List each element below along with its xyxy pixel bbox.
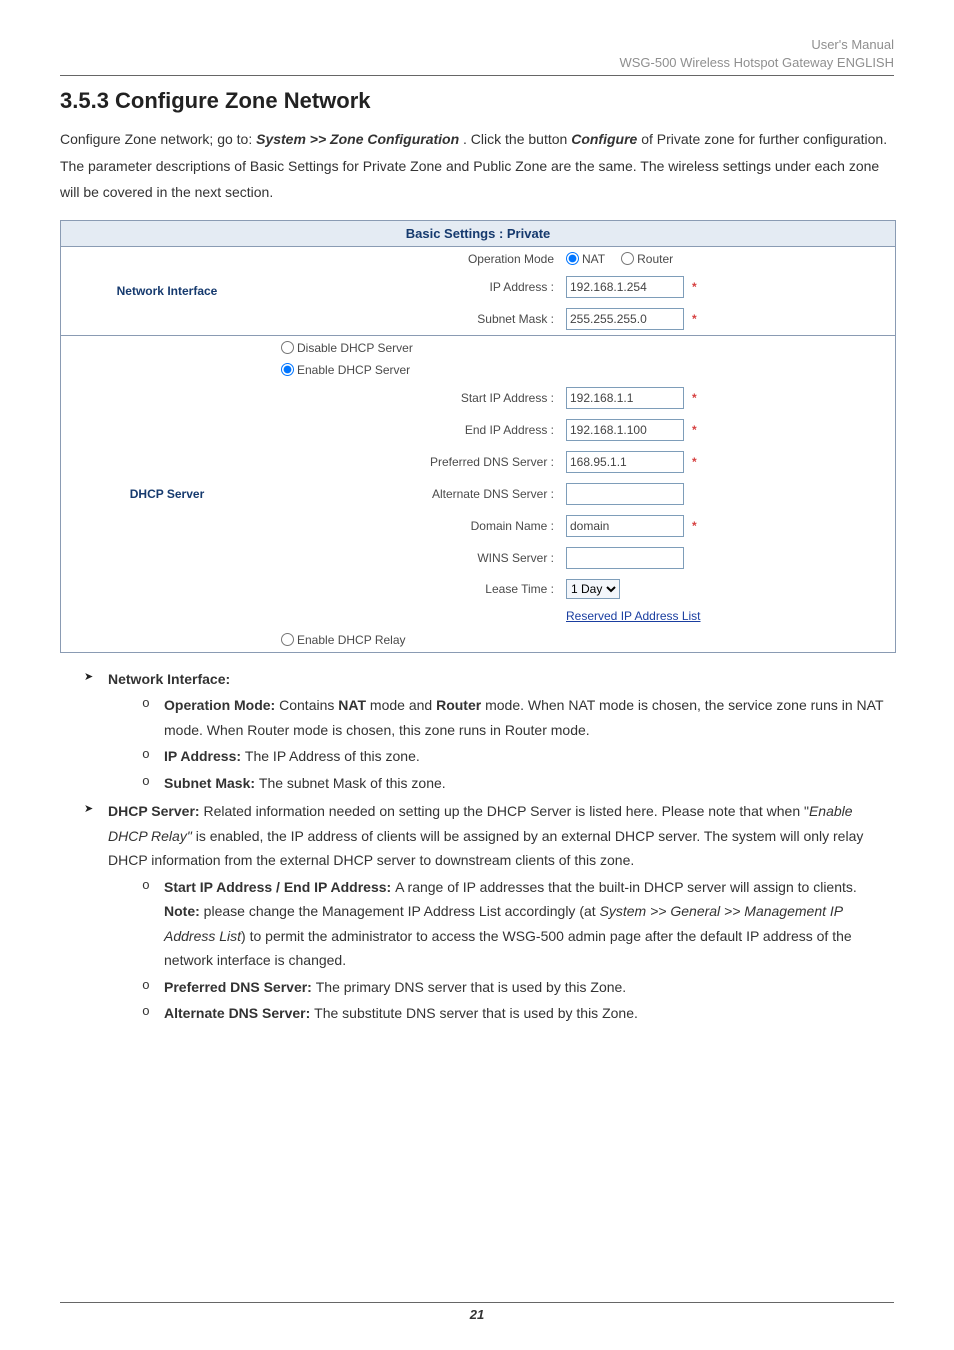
intro-pre: Configure Zone network; go to: bbox=[60, 131, 256, 147]
note-post: ) to permit the administrator to access … bbox=[164, 928, 852, 969]
required-marker: * bbox=[692, 519, 697, 533]
preferred-dns-input[interactable] bbox=[566, 451, 684, 473]
list-item: Subnet Mask: The subnet Mask of this zon… bbox=[142, 771, 894, 796]
note-label: Note: bbox=[164, 903, 200, 919]
mask-bullet-text: The subnet Mask of this zone. bbox=[259, 775, 446, 791]
reserved-ip-link[interactable]: Reserved IP Address List bbox=[566, 609, 701, 623]
ip-address-label: IP Address : bbox=[274, 280, 560, 294]
dhcp-bullet-post: is enabled, the IP address of clients wi… bbox=[108, 828, 863, 869]
dhcp-server-heading: DHCP Server bbox=[61, 335, 273, 652]
page-number: 21 bbox=[470, 1307, 484, 1322]
description-list: Network Interface: Operation Mode: Conta… bbox=[60, 667, 894, 1026]
intro-nav-path: System >> Zone Configuration bbox=[256, 131, 459, 147]
intro-paragraph: Configure Zone network; go to: System >>… bbox=[60, 126, 894, 206]
dhcp-bullet-pre: Related information needed on setting up… bbox=[203, 803, 809, 819]
list-item: IP Address: The IP Address of this zone. bbox=[142, 744, 894, 769]
dhcp-bullet-head: DHCP Server: bbox=[108, 803, 203, 819]
basic-settings-panel: Basic Settings : Private Network Interfa… bbox=[60, 220, 896, 653]
intro-configure-word: Configure bbox=[571, 131, 637, 147]
panel-table: Network Interface Operation Mode NAT Rou… bbox=[61, 247, 895, 652]
list-item: Operation Mode: Contains NAT mode and Ro… bbox=[142, 693, 894, 742]
operation-mode-nat-word: NAT bbox=[338, 697, 366, 713]
header-line2: WSG-500 Wireless Hotspot Gateway ENGLISH bbox=[60, 54, 894, 72]
list-item: Network Interface: Operation Mode: Conta… bbox=[84, 667, 894, 796]
operation-mode-router[interactable]: Router bbox=[621, 252, 673, 266]
required-marker: * bbox=[692, 391, 697, 405]
required-marker: * bbox=[692, 455, 697, 469]
section-title: 3.5.3 Configure Zone Network bbox=[60, 88, 894, 114]
wins-server-input[interactable] bbox=[566, 547, 684, 569]
network-interface-heading: Network Interface bbox=[61, 247, 273, 336]
mask-bullet-label: Subnet Mask: bbox=[164, 775, 259, 791]
alternate-dns-input[interactable] bbox=[566, 483, 684, 505]
ip-bullet-label: IP Address: bbox=[164, 748, 245, 764]
preferred-dns-label: Preferred DNS Server : bbox=[274, 455, 560, 469]
operation-mode-nat[interactable]: NAT bbox=[566, 252, 605, 266]
pdns-bullet-text: The primary DNS server that is used by t… bbox=[316, 979, 626, 995]
subnet-mask-input[interactable] bbox=[566, 308, 684, 330]
enable-dhcp-text: Enable DHCP Server bbox=[297, 363, 410, 377]
wins-server-label: WINS Server : bbox=[274, 551, 560, 565]
end-ip-label: End IP Address : bbox=[274, 423, 560, 437]
disable-dhcp-text: Disable DHCP Server bbox=[297, 341, 413, 355]
subnet-mask-label: Subnet Mask : bbox=[274, 312, 560, 326]
end-ip-input[interactable] bbox=[566, 419, 684, 441]
panel-title: Basic Settings : Private bbox=[61, 221, 895, 247]
list-item: DHCP Server: Related information needed … bbox=[84, 799, 894, 1026]
alternate-dns-label: Alternate DNS Server : bbox=[274, 487, 560, 501]
start-ip-label: Start IP Address : bbox=[274, 391, 560, 405]
startend-bullet-label: Start IP Address / End IP Address: bbox=[164, 879, 395, 895]
enable-dhcp-relay-option[interactable]: Enable DHCP Relay bbox=[281, 633, 406, 647]
enable-dhcp-relay-text: Enable DHCP Relay bbox=[297, 633, 406, 647]
enable-dhcp-relay-radio[interactable] bbox=[281, 633, 294, 646]
page-header: User's Manual WSG-500 Wireless Hotspot G… bbox=[60, 36, 894, 76]
list-item: Start IP Address / End IP Address: A ran… bbox=[142, 875, 894, 973]
list-item: Preferred DNS Server: The primary DNS se… bbox=[142, 975, 894, 1000]
operation-mode-mid: mode and bbox=[370, 697, 436, 713]
enable-dhcp-option[interactable]: Enable DHCP Server bbox=[281, 363, 410, 377]
adns-bullet-label: Alternate DNS Server: bbox=[164, 1005, 314, 1021]
list-item: Alternate DNS Server: The substitute DNS… bbox=[142, 1001, 894, 1026]
operation-mode-router-radio[interactable] bbox=[621, 252, 634, 265]
network-interface-bullet-head: Network Interface: bbox=[108, 671, 230, 687]
operation-mode-pre: Contains bbox=[279, 697, 338, 713]
operation-mode-router-text: Router bbox=[637, 252, 673, 266]
operation-mode-label: Operation Mode bbox=[274, 252, 560, 266]
pdns-bullet-label: Preferred DNS Server: bbox=[164, 979, 316, 995]
start-ip-input[interactable] bbox=[566, 387, 684, 409]
intro-mid: . Click the button bbox=[463, 131, 571, 147]
domain-name-label: Domain Name : bbox=[274, 519, 560, 533]
disable-dhcp-option[interactable]: Disable DHCP Server bbox=[281, 341, 413, 355]
required-marker: * bbox=[692, 312, 697, 326]
required-marker: * bbox=[692, 280, 697, 294]
domain-name-input[interactable] bbox=[566, 515, 684, 537]
header-product: WSG-500 Wireless Hotspot Gateway bbox=[619, 55, 836, 70]
operation-mode-nat-text: NAT bbox=[582, 252, 605, 266]
ip-address-input[interactable] bbox=[566, 276, 684, 298]
startend-bullet-text: A range of IP addresses that the built-i… bbox=[395, 879, 857, 895]
required-marker: * bbox=[692, 423, 697, 437]
header-line1: User's Manual bbox=[60, 36, 894, 54]
adns-bullet-text: The substitute DNS server that is used b… bbox=[314, 1005, 638, 1021]
lease-time-select[interactable]: 1 Day bbox=[566, 579, 620, 599]
ip-bullet-text: The IP Address of this zone. bbox=[245, 748, 420, 764]
operation-mode-router-word: Router bbox=[436, 697, 481, 713]
disable-dhcp-radio[interactable] bbox=[281, 341, 294, 354]
header-lang: ENGLISH bbox=[837, 55, 894, 70]
page-footer: 21 bbox=[60, 1302, 894, 1322]
lease-time-label: Lease Time : bbox=[274, 582, 560, 596]
operation-mode-bullet-label: Operation Mode: bbox=[164, 697, 279, 713]
operation-mode-nat-radio[interactable] bbox=[566, 252, 579, 265]
note-pre: please change the Management IP Address … bbox=[204, 903, 600, 919]
enable-dhcp-radio[interactable] bbox=[281, 363, 294, 376]
